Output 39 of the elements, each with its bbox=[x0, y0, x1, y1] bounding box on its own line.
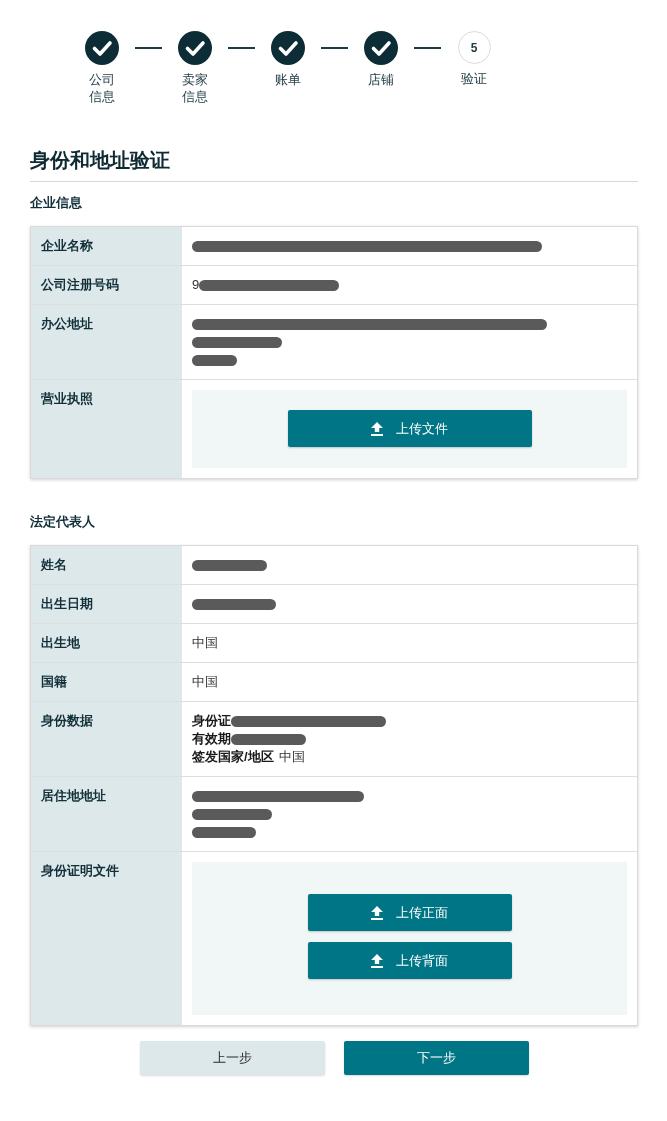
row-label: 出生日期 bbox=[31, 585, 182, 623]
step-number: 5 bbox=[457, 31, 491, 64]
row-label: 出生地 bbox=[31, 624, 182, 662]
row-label: 姓名 bbox=[31, 546, 182, 584]
field-value: 9 bbox=[192, 276, 200, 294]
section-heading: 企业信息 bbox=[30, 194, 82, 212]
step-connector bbox=[135, 47, 162, 49]
row-label: 身份证明文件 bbox=[31, 852, 182, 1025]
field-value: 中国 bbox=[192, 634, 218, 652]
upload-button[interactable]: 上传文件 bbox=[287, 410, 532, 447]
step-label: 卖家信息 bbox=[181, 71, 209, 105]
row-label: 企业名称 bbox=[31, 227, 182, 265]
page-title: 身份和地址验证 bbox=[30, 148, 170, 172]
step-connector bbox=[228, 47, 255, 49]
next-button[interactable]: 下一步 bbox=[343, 1041, 529, 1075]
row-label: 国籍 bbox=[31, 663, 182, 701]
field-label: 签发国家/地区 bbox=[192, 748, 274, 766]
back-button[interactable]: 上一步 bbox=[139, 1041, 325, 1075]
upload-icon bbox=[371, 421, 383, 436]
row-label: 身份数据 bbox=[31, 702, 182, 776]
section-heading: 法定代表人 bbox=[30, 513, 95, 531]
field-value: 中国 bbox=[278, 748, 305, 766]
row-label: 居住地地址 bbox=[31, 777, 182, 851]
step-connector bbox=[321, 47, 348, 49]
upload-icon bbox=[371, 953, 383, 968]
step-connector bbox=[414, 47, 441, 49]
row-label: 办公地址 bbox=[31, 305, 182, 379]
step-label: 验证 bbox=[460, 70, 488, 87]
step-label: 公司信息 bbox=[88, 71, 116, 105]
upload-button[interactable]: 上传正面 bbox=[307, 894, 512, 931]
field-label: 有效期 bbox=[192, 730, 231, 748]
step-label: 店铺 bbox=[367, 71, 395, 88]
step-label: 账单 bbox=[274, 71, 302, 88]
field-value: 中国 bbox=[192, 673, 218, 691]
row-label: 营业执照 bbox=[31, 380, 182, 478]
field-label: 身份证 bbox=[192, 712, 231, 730]
upload-icon bbox=[371, 905, 383, 920]
row-label: 公司注册号码 bbox=[31, 266, 182, 304]
upload-button[interactable]: 上传背面 bbox=[307, 942, 512, 979]
